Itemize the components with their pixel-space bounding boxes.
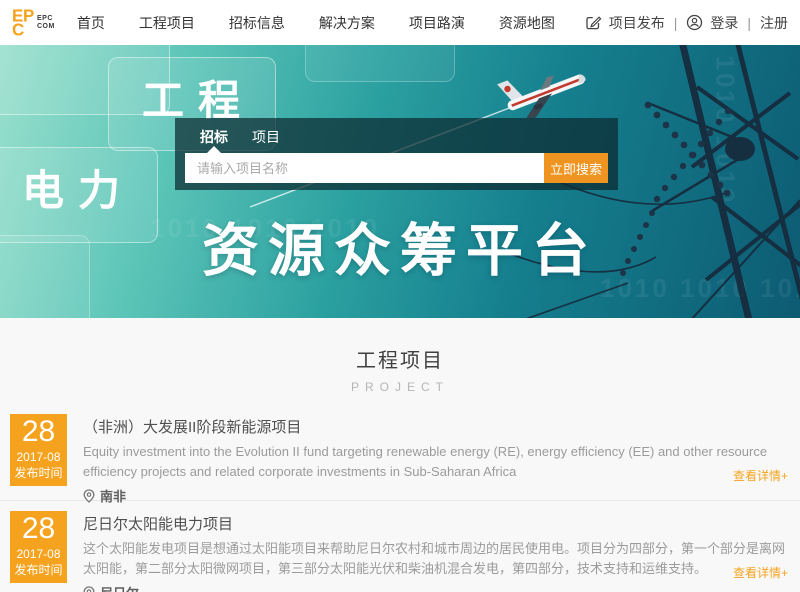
badge-month: 2017-08 <box>10 547 67 561</box>
user-icon <box>686 14 703 31</box>
login-link[interactable]: 登录 <box>710 13 738 33</box>
date-badge[interactable]: 28 2017-08 发布时间 <box>10 511 67 583</box>
search-row: 立即搜索 <box>185 153 608 183</box>
badge-label: 发布时间 <box>10 563 67 577</box>
search-panel: 招标 项目 立即搜索 <box>175 118 618 190</box>
hero-banner: 1010 1010 1010 1010 1010 1010 1010 1010 … <box>0 45 800 318</box>
nav-item-home[interactable]: 首页 <box>77 13 105 33</box>
auth-divider: | <box>747 15 751 31</box>
banner-headline: 资源众筹平台 <box>0 205 800 287</box>
edit-icon <box>585 14 602 31</box>
nav-item-resource-map[interactable]: 资源地图 <box>499 13 555 33</box>
location-pin-icon <box>83 586 95 592</box>
section-header: 工程项目 PROJECT <box>0 344 800 394</box>
project-title[interactable]: 尼日尔太阳能电力项目 <box>83 511 790 534</box>
project-list: 28 2017-08 发布时间 （非洲）大发展II阶段新能源项目 Equity … <box>0 410 800 592</box>
badge-day: 28 <box>10 512 67 546</box>
project-section: 工程项目 PROJECT 28 2017-08 发布时间 （非洲）大发展II阶段… <box>0 318 800 592</box>
project-list-item: 28 2017-08 发布时间 尼日尔太阳能电力项目 这个太阳能发电项目是想通过… <box>0 507 800 592</box>
search-input[interactable] <box>185 153 544 183</box>
nav-item-roadshow[interactable]: 项目路演 <box>409 13 465 33</box>
search-tabs: 招标 项目 <box>200 127 280 147</box>
project-description: 这个太阳能发电项目是想通过太阳能项目来帮助尼日尔农村和城市周边的居民使用电。项目… <box>83 539 790 578</box>
project-body: （非洲）大发展II阶段新能源项目 Equity investment into … <box>83 414 790 505</box>
badge-month: 2017-08 <box>10 450 67 464</box>
location-pin-icon <box>83 489 95 503</box>
section-title: 工程项目 <box>0 344 800 373</box>
search-button[interactable]: 立即搜索 <box>544 153 608 183</box>
project-location: 南非 <box>100 486 126 505</box>
date-badge[interactable]: 28 2017-08 发布时间 <box>10 414 67 486</box>
project-location: 尼日尔 <box>100 583 139 592</box>
tab-tender[interactable]: 招标 <box>200 127 228 147</box>
logo-epc-mark-icon: EPC <box>12 9 34 37</box>
header-actions: 项目发布 | 登录 | 注册 <box>585 13 788 33</box>
tab-project[interactable]: 项目 <box>252 127 280 147</box>
project-meta: 尼日尔 <box>83 583 790 592</box>
project-list-item: 28 2017-08 发布时间 （非洲）大发展II阶段新能源项目 Equity … <box>0 410 800 496</box>
main-nav: 首页 工程项目 招标信息 解决方案 项目路演 资源地图 <box>77 13 555 33</box>
top-navigation-bar: EPC EPC COM 首页 工程项目 招标信息 解决方案 项目路演 资源地图 … <box>0 0 800 45</box>
badge-label: 发布时间 <box>10 466 67 480</box>
register-link[interactable]: 注册 <box>760 13 788 33</box>
view-details-link[interactable]: 查看详情+ <box>733 564 788 581</box>
view-details-link[interactable]: 查看详情+ <box>733 467 788 484</box>
header-divider: | <box>674 15 678 31</box>
project-body: 尼日尔太阳能电力项目 这个太阳能发电项目是想通过太阳能项目来帮助尼日尔农村和城市… <box>83 511 790 592</box>
project-meta: 南非 <box>83 486 790 505</box>
logo-text: EPC COM <box>37 15 55 31</box>
section-subtitle: PROJECT <box>0 380 800 394</box>
publish-project-link[interactable]: 项目发布 <box>609 13 665 33</box>
project-title[interactable]: （非洲）大发展II阶段新能源项目 <box>83 414 790 437</box>
badge-day: 28 <box>10 415 67 449</box>
active-tab-pointer <box>207 146 221 153</box>
nav-item-tenders[interactable]: 招标信息 <box>229 13 285 33</box>
site-logo[interactable]: EPC EPC COM <box>12 9 55 37</box>
project-description: Equity investment into the Evolution II … <box>83 442 790 481</box>
nav-item-projects[interactable]: 工程项目 <box>139 13 195 33</box>
nav-item-solutions[interactable]: 解决方案 <box>319 13 375 33</box>
